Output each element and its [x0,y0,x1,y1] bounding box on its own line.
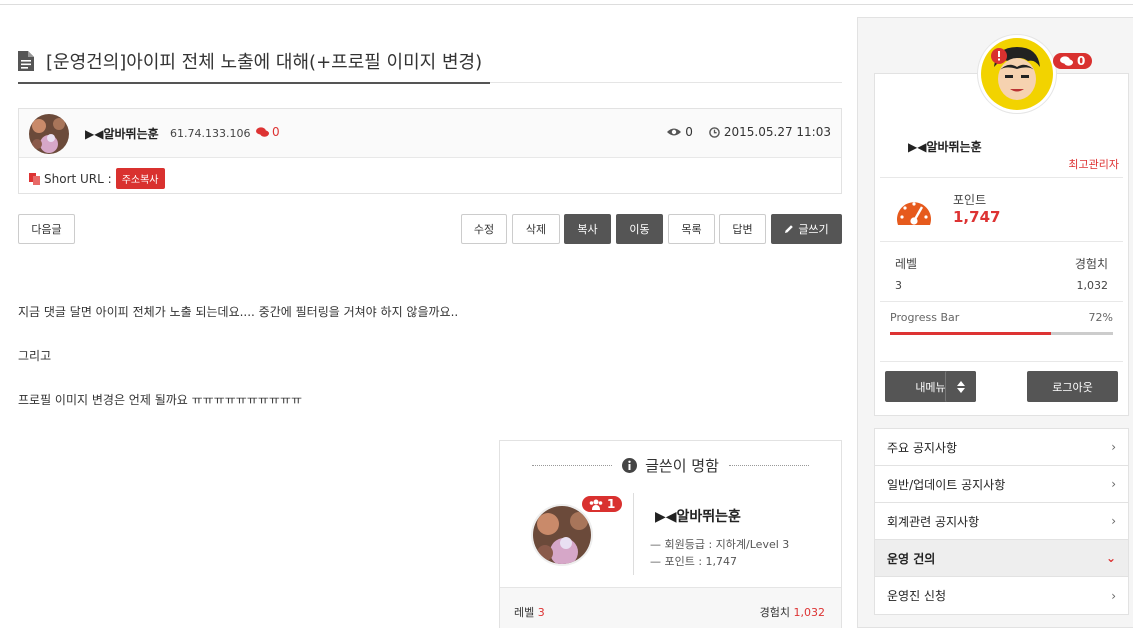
view-count: 0 [685,125,693,139]
sidebar-item-label: 일반/업데이트 공지사항 [887,477,1006,492]
sidebar-item-notice-accounting[interactable]: 회계관련 공지사항 › [875,503,1128,540]
copy-button[interactable]: 복사 [564,214,611,244]
profile-name[interactable]: ▶◀알바뛰는훈 [908,138,982,155]
level-value: 3 [537,606,545,619]
exp-label: 경험치 [759,606,790,619]
level-label: 레벨 [514,606,535,619]
title-rule [490,82,842,83]
point-value: 1,747 [953,208,1001,226]
comment-icon [256,126,269,137]
author-card-grade: — 회원등급 : 지하계/Level 3 [650,538,790,551]
move-button[interactable]: 이동 [616,214,663,244]
eye-icon [667,128,682,136]
post-info-box: ▶◀알바뛰는훈 61.74.133.106 0 0 2015.05.27 11:… [18,108,842,194]
chevron-down-icon: ⌄ [1105,551,1116,565]
progress-bar [890,332,1113,335]
exp-value: 1,032 [793,606,826,619]
info-icon [622,458,638,473]
profile-divider [880,241,1123,242]
sidebar-menu: 주요 공지사항 › 일반/업데이트 공지사항 › 회계관련 공지사항 › 운영 … [874,428,1129,615]
comment-icon [1060,55,1073,66]
delete-button[interactable]: 삭제 [512,214,560,244]
notification-count: 0 [1077,54,1086,68]
chevron-right-icon: › [1111,514,1116,528]
profile-role: 최고관리자 [1068,158,1119,171]
author-card-title: 글쓴이 명함 [645,457,719,475]
profile-box: 0 ▶◀알바뛰는훈 최고관리자 포인트 1,747 레벨 경험치 3 1,032… [874,34,1129,416]
author-card-heading: 글쓴이 명함 [500,455,841,476]
author-card-footer: 레벨 3 경험치 1,032 [500,587,841,628]
pencil-icon [785,225,794,233]
content-line: 그리고 [18,349,52,363]
logout-button[interactable]: 로그아웃 [1027,371,1118,402]
my-menu-label: 내메뉴 [915,380,946,394]
level-label: 레벨 [895,257,918,271]
sidebar-item-label: 운영진 신청 [887,589,947,603]
document-icon [18,51,34,71]
content-line: 지금 댓글 달면 아이피 전체가 노출 되는데요.... 중간에 필터링을 거쳐… [18,305,459,319]
sidebar-item-label: 운영 건의 [887,551,936,566]
page-title: [운영건의]아이피 전체 노출에 대해(+프로필 이미지 변경) [18,48,482,74]
profile-avatar[interactable] [977,34,1057,114]
author-card: 글쓴이 명함 1 ▶◀알바뛰는훈 — 회원등급 : 지하계/Level 3 — … [499,440,842,628]
post-date: 2015.05.27 11:03 [723,125,831,139]
author-card-avatar[interactable] [531,504,593,566]
post-toolbar: 다음글 수정 삭제 복사 이동 목록 답변 글쓰기 [18,214,842,245]
sidebar-item-staff-apply[interactable]: 운영진 신청 › [875,577,1128,614]
profile-divider [880,361,1123,362]
sidebar-item-notice-main[interactable]: 주요 공지사항 › [875,429,1128,466]
copy-icon [29,172,40,185]
copy-address-button[interactable]: 주소복사 [115,168,165,189]
dashboard-gauge-icon [897,202,931,225]
chevron-right-icon: › [1111,440,1116,454]
author-name[interactable]: ▶◀알바뛰는훈 [85,125,159,142]
post-title: [운영건의]아이피 전체 노출에 대해(+프로필 이미지 변경) [46,52,483,73]
point-label: 포인트 [953,193,987,207]
comment-count-value: 0 [272,125,280,139]
comment-count[interactable]: 0 [256,125,280,139]
profile-divider [880,301,1123,302]
progress-bar-fill [890,332,1051,335]
author-avatar[interactable] [29,114,69,154]
clock-icon [709,126,720,138]
next-post-button[interactable]: 다음글 [18,214,75,244]
sidebar-item-label: 주요 공지사항 [887,440,958,455]
author-card-name[interactable]: ▶◀알바뛰는훈 [655,506,741,526]
profile-divider [880,177,1123,178]
exp-value: 1,032 [1076,279,1109,292]
follower-badge[interactable]: 1 [582,496,623,512]
title-underline [18,82,490,84]
short-url: Short URL : 주소복사 [29,168,165,189]
author-card-level: 레벨 3 [514,604,545,620]
edit-button[interactable]: 수정 [461,214,507,244]
content-line: 프로필 이미지 변경은 언제 될까요 ㅠㅠㅠㅠㅠㅠㅠㅠㅠㅠ [18,393,303,407]
chevron-right-icon: › [1111,588,1116,603]
post-meta: 0 2015.05.27 11:03 [667,125,831,139]
chevron-right-icon: › [1111,477,1116,491]
sidebar-item-suggestions[interactable]: 운영 건의 ⌄ [875,540,1128,577]
list-button[interactable]: 목록 [668,214,715,244]
sort-caret-icon[interactable] [945,371,976,402]
users-icon [589,499,603,510]
write-button-label: 글쓰기 [798,223,829,236]
exp-label: 경험치 [1074,257,1108,271]
reply-button[interactable]: 답변 [719,214,766,244]
main-content: [운영건의]아이피 전체 노출에 대해(+프로필 이미지 변경) ▶◀알바뛰는훈… [18,0,842,628]
author-card-exp: 경험치 1,032 [760,604,825,620]
author-card-points: — 포인트 : 1,747 [650,555,738,568]
progress-label: Progress Bar [890,311,960,324]
sidebar: 0 ▶◀알바뛰는훈 최고관리자 포인트 1,747 레벨 경험치 3 1,032… [857,17,1133,628]
level-value: 3 [895,279,902,292]
follower-count: 1 [607,497,616,511]
progress-percent: 72% [1088,311,1113,324]
short-url-label: Short URL : [44,171,112,186]
card-divider [633,493,634,575]
sidebar-item-label: 회계관련 공지사항 [887,514,980,529]
author-ip: 61.74.133.106 [170,127,251,140]
notification-badge[interactable]: 0 [1053,53,1093,69]
write-button[interactable]: 글쓰기 [771,214,842,244]
sidebar-item-notice-update[interactable]: 일반/업데이트 공지사항 › [875,466,1128,503]
